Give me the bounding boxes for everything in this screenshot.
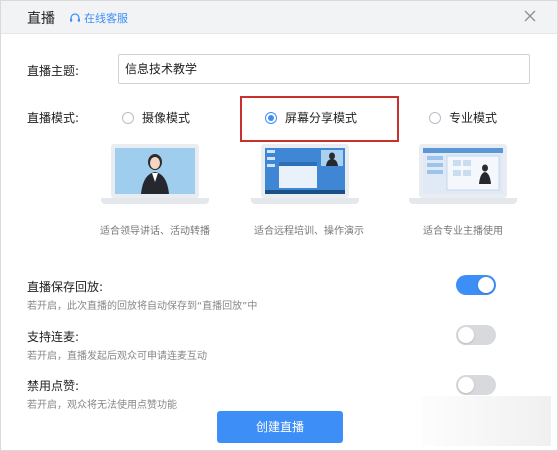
camera-mode-caption: 适合领导讲话、活动转播 bbox=[100, 226, 210, 237]
dialog-header: 直播 在线客服 bbox=[1, 1, 557, 34]
setting-replay-desc: 若开启，此次直播的回放将自动保存到“直播回放”中 bbox=[27, 301, 258, 312]
radio-camera-label: 摄像模式 bbox=[142, 111, 191, 125]
desktop-image bbox=[265, 148, 345, 194]
toggle-knob bbox=[478, 277, 494, 293]
radio-pro-mode[interactable]: 专业模式 bbox=[429, 109, 497, 126]
toggle-save-replay[interactable] bbox=[456, 275, 496, 295]
watermark-overlay bbox=[421, 396, 551, 446]
topic-label: 直播主题: bbox=[27, 64, 80, 78]
laptop-screen bbox=[261, 144, 349, 198]
live-dialog: 直播 在线客服 直播主题: 信息技术教学 直播模式: 摄像模式 屏幕分享模式 专… bbox=[0, 0, 558, 451]
laptop-screen bbox=[419, 144, 507, 198]
studio-image bbox=[423, 148, 503, 194]
screen-share-illustration bbox=[251, 144, 359, 204]
presenter-image bbox=[115, 148, 195, 194]
setting-replay-title: 直播保存回放: bbox=[27, 280, 104, 294]
radio-dot bbox=[429, 111, 441, 124]
mode-label: 直播模式: bbox=[27, 111, 80, 125]
close-icon[interactable] bbox=[523, 9, 537, 23]
setting-like-desc: 若开启，观众将无法使用点赞功能 bbox=[27, 400, 177, 411]
customer-service-label: 在线客服 bbox=[84, 12, 128, 25]
camera-mode-illustration bbox=[101, 144, 209, 204]
create-live-button[interactable]: 创建直播 bbox=[217, 411, 343, 443]
toggle-disable-likes[interactable] bbox=[456, 375, 496, 395]
laptop-screen bbox=[111, 144, 199, 198]
toggle-knob bbox=[458, 327, 474, 343]
customer-service-link[interactable]: 在线客服 bbox=[69, 10, 128, 26]
headset-icon bbox=[70, 13, 80, 22]
toggle-knob bbox=[458, 377, 474, 393]
selection-highlight-box bbox=[240, 96, 399, 142]
laptop-base bbox=[251, 198, 359, 204]
radio-dot bbox=[122, 111, 134, 124]
toggle-co-streaming[interactable] bbox=[456, 325, 496, 345]
pro-mode-caption: 适合专业主播使用 bbox=[423, 226, 503, 237]
radio-camera-mode[interactable]: 摄像模式 bbox=[122, 109, 190, 126]
setting-like-title: 禁用点赞: bbox=[27, 379, 80, 393]
laptop-base bbox=[101, 198, 209, 204]
topic-input[interactable]: 信息技术教学 bbox=[118, 54, 530, 84]
laptop-base bbox=[409, 198, 517, 204]
setting-mic-title: 支持连麦: bbox=[27, 330, 80, 344]
pro-mode-illustration bbox=[409, 144, 517, 204]
radio-pro-label: 专业模式 bbox=[449, 111, 498, 125]
screen-share-caption: 适合远程培训、操作演示 bbox=[254, 226, 364, 237]
setting-mic-desc: 若开启，直播发起后观众可申请连麦互动 bbox=[27, 351, 207, 362]
dialog-title: 直播 bbox=[27, 11, 55, 27]
